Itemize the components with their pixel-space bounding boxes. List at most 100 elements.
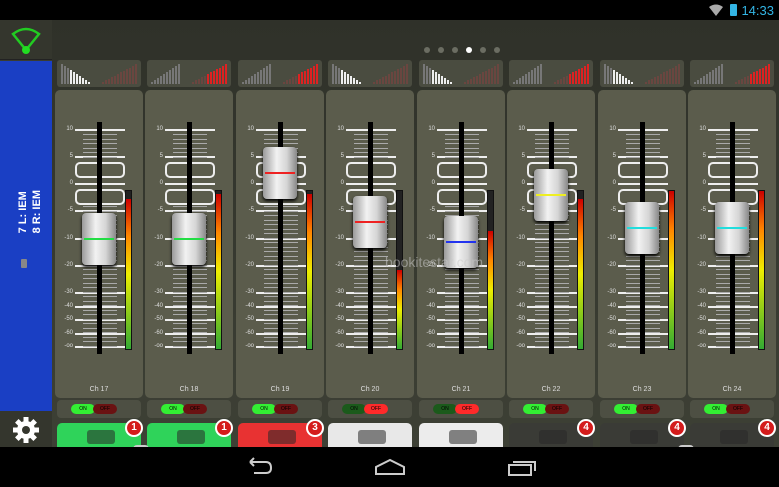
on-off-switch[interactable]: ON OFF <box>238 400 322 418</box>
acoustic-guitar-icon <box>449 430 477 444</box>
electric-guitar-icon <box>268 430 296 444</box>
page-dot[interactable] <box>438 47 444 53</box>
wireless-button[interactable] <box>0 20 52 60</box>
wifi-icon <box>709 4 723 16</box>
page-dot[interactable] <box>494 47 500 53</box>
on-button[interactable]: ON <box>71 404 95 414</box>
scale-label: 0 <box>69 180 73 186</box>
off-button[interactable]: OFF <box>726 404 750 414</box>
on-button[interactable]: ON <box>161 404 185 414</box>
off-button[interactable]: OFF <box>455 404 479 414</box>
channel-meter-thumbnail[interactable] <box>419 60 503 87</box>
off-button[interactable]: OFF <box>93 404 117 414</box>
level-meter <box>577 190 584 350</box>
channel-strip: 1050-5-10-20-30-40-50-60-ooCh 22ONOFFTru… <box>507 60 595 467</box>
scale-label: -60 <box>607 330 616 336</box>
scale-label: -20 <box>154 262 163 268</box>
scale-label: -50 <box>697 316 706 322</box>
channel-label: Ch 18 <box>179 386 199 393</box>
channel-label: Ch 20 <box>360 386 380 393</box>
mix-select-panel[interactable] <box>0 61 52 411</box>
scale-label: -40 <box>154 303 163 309</box>
level-meter <box>668 190 675 350</box>
off-button[interactable]: OFF <box>545 404 569 414</box>
scale-label: -40 <box>335 303 344 309</box>
on-button[interactable]: ON <box>704 404 728 414</box>
fader-knob[interactable] <box>172 213 206 265</box>
fader-knob[interactable] <box>353 196 387 249</box>
off-button[interactable]: OFF <box>183 404 207 414</box>
phone-icon <box>21 259 27 268</box>
channel-meter-thumbnail[interactable] <box>57 60 141 87</box>
scale-label: 10 <box>247 126 254 132</box>
scale-label: -50 <box>64 316 73 322</box>
channel-strip: 10 5 0 -5 -10 -20 -30 -40 -50 -60 -oo Ch 23 ONOFF Ch … <box>598 60 686 467</box>
status-bar: 14:33 <box>0 0 779 20</box>
on-button[interactable]: ON <box>252 404 276 414</box>
channel-meter-thumbnail[interactable] <box>600 60 684 87</box>
scale-label: -10 <box>245 235 254 241</box>
page-dot[interactable] <box>424 47 430 53</box>
on-off-switch[interactable]: ON OFF <box>509 400 593 418</box>
fader-knob[interactable] <box>625 201 659 254</box>
channel-meter-thumbnail[interactable] <box>147 60 231 87</box>
home-icon[interactable] <box>374 457 406 477</box>
scale-label: 5 <box>431 153 435 159</box>
scale-label: 10 <box>518 126 525 132</box>
on-off-switch[interactable]: ON OFF <box>600 400 684 418</box>
scale-label: 0 <box>702 180 706 186</box>
settings-button[interactable] <box>0 411 52 447</box>
channel-meter-thumbnail[interactable] <box>238 60 322 87</box>
back-icon[interactable] <box>242 457 274 477</box>
page-dot[interactable] <box>466 47 472 53</box>
on-off-switch[interactable]: ON OFF <box>57 400 141 418</box>
on-off-switch[interactable]: ON OFF <box>147 400 231 418</box>
group-badge: 1 <box>125 419 143 437</box>
battery-icon <box>730 4 737 16</box>
fader-knob[interactable] <box>263 147 297 200</box>
scale-label: -10 <box>426 235 435 241</box>
scale-label: -30 <box>335 289 344 295</box>
fader-panel: 10 5 0 -5 -10 -20 -30 -40 -50 -60 -oo Ch 23 <box>598 90 686 398</box>
off-button[interactable]: OFF <box>636 404 660 414</box>
on-off-switch[interactable]: ON OFF <box>419 400 503 418</box>
on-off-switch[interactable]: ON OFF <box>328 400 412 418</box>
scale-label: 0 <box>521 180 525 186</box>
scale-label: -40 <box>516 303 525 309</box>
scale-label: -5 <box>67 207 73 213</box>
fader-track <box>549 122 554 354</box>
page-dot[interactable] <box>452 47 458 53</box>
scale-label: -5 <box>248 207 254 213</box>
scale-label: 5 <box>69 153 73 159</box>
scale-label: -50 <box>335 316 344 322</box>
fader-knob[interactable] <box>715 201 749 254</box>
watermark: bookitestar.com <box>385 254 484 270</box>
level-meter <box>306 190 313 350</box>
off-button[interactable]: OFF <box>364 404 388 414</box>
di-box-icon <box>358 430 386 444</box>
page-indicator[interactable] <box>424 47 500 53</box>
fader-knob[interactable] <box>82 213 116 265</box>
scale-label: -20 <box>245 262 254 268</box>
channel-meter-thumbnail[interactable] <box>509 60 593 87</box>
scale-label: -30 <box>607 289 616 295</box>
recent-apps-icon[interactable] <box>506 457 538 477</box>
page-dot[interactable] <box>480 47 486 53</box>
on-button[interactable]: ON <box>342 404 366 414</box>
scale-label: 0 <box>159 180 163 186</box>
channel-strip: 1050-5-10-20-30-40-50-60-ooCh 17ONOFFSyn… <box>55 60 143 467</box>
channel-meter-thumbnail[interactable] <box>328 60 412 87</box>
on-button[interactable]: ON <box>523 404 547 414</box>
channel-meter-thumbnail[interactable] <box>690 60 774 87</box>
scale-label: -40 <box>64 303 73 309</box>
fader-knob[interactable] <box>534 168 568 221</box>
group-badge: 4 <box>668 419 686 437</box>
on-button[interactable]: ON <box>433 404 457 414</box>
off-button[interactable]: OFF <box>274 404 298 414</box>
scale-label: 0 <box>612 180 616 186</box>
on-button[interactable]: ON <box>614 404 638 414</box>
on-off-switch[interactable]: ON OFF <box>690 400 774 418</box>
scale-label: -60 <box>516 330 525 336</box>
fader-panel: 10 5 0 -5 -10 -20 -30 -40 -50 -60 -oo Ch 18 <box>145 90 233 398</box>
group-badge: 3 <box>306 419 324 437</box>
